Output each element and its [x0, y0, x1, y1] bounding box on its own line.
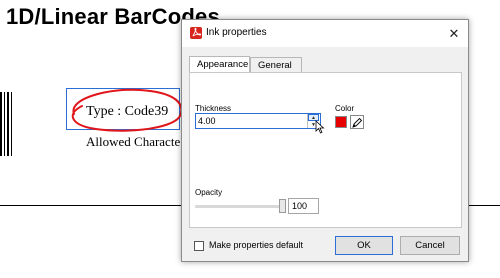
allowed-characters-text: Allowed Characte [86, 134, 181, 149]
dialog-title: Ink properties [206, 27, 267, 38]
color-label: Color [335, 104, 355, 113]
pencil-icon [352, 117, 363, 128]
cancel-button[interactable]: Cancel [400, 236, 460, 255]
barcode-graphic [0, 92, 14, 156]
annotation-text: Type : Code39 [86, 104, 169, 119]
thickness-label: Thickness [195, 104, 232, 113]
make-default-checkbox[interactable] [194, 241, 204, 251]
opacity-slider-thumb[interactable] [279, 199, 286, 213]
opacity-label: Opacity [195, 188, 223, 197]
mouse-pointer-icon [315, 120, 325, 134]
color-swatch[interactable] [335, 116, 347, 128]
thickness-input[interactable]: 4.00 [195, 113, 321, 129]
dialog-titlebar[interactable]: Ink properties ✕ [182, 20, 468, 47]
appearance-panel: Thickness 4.00 ▲ ▼ Color Opacity 100 [189, 72, 462, 228]
tab-appearance[interactable]: Appearance [189, 56, 250, 72]
color-picker-button[interactable] [350, 115, 364, 129]
acrobat-icon [190, 27, 202, 39]
close-icon: ✕ [448, 25, 460, 41]
close-button[interactable]: ✕ [440, 20, 468, 47]
make-default-label: Make properties default [209, 240, 304, 250]
ok-button[interactable]: OK [335, 236, 393, 255]
opacity-input[interactable]: 100 [288, 198, 319, 214]
ink-properties-dialog: Ink properties ✕ Appearance General Thic… [181, 19, 469, 262]
opacity-slider-track[interactable] [195, 205, 281, 208]
tab-general[interactable]: General [250, 57, 302, 72]
